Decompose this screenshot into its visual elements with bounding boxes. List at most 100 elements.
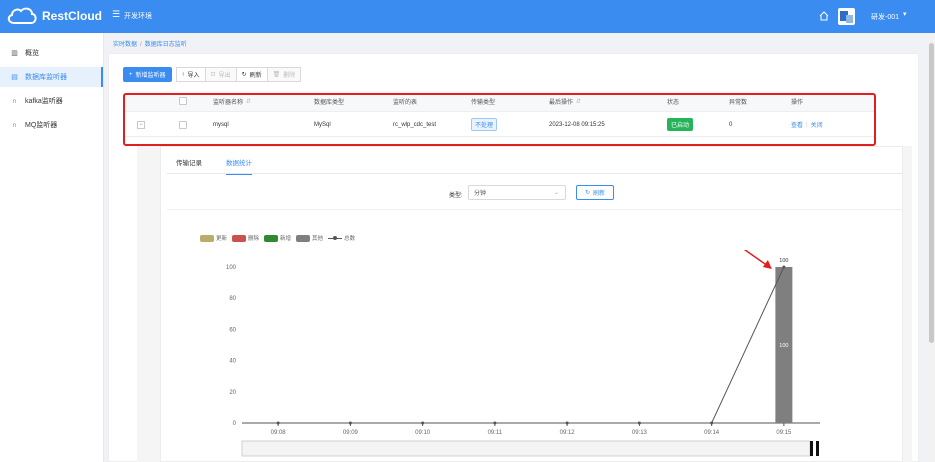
status-badge: 已启动 [667,113,694,136]
export-button[interactable]: ⊡ 导出 [204,67,237,82]
user-name[interactable]: 研发-001 [871,12,899,22]
table-row[interactable]: − mysql MySql rc_wlp_cdc_test 不处理 2023-1… [125,113,874,137]
x-tick-label: 09:15 [776,430,792,436]
total-point [348,421,352,425]
db-type: MySql [314,121,331,128]
annotation-arrow-line [743,250,769,267]
export-icon: ⊡ [210,72,216,78]
sidebar-item-label: 概览 [25,50,39,57]
sidebar-item-label: kafka监听器 [25,98,63,105]
headset-icon: ∩ [11,121,18,129]
x-tick-label: 09:08 [271,430,287,436]
page-scrollbar[interactable] [928,33,935,462]
sort-icon: ⇵ [246,98,252,105]
line-data-label: 100 [779,258,788,264]
legend-item[interactable]: 更新 [200,234,227,242]
listener-table: 监听器名称 ⇵ 数据库类型 监听的表 传输类型 最后操作 ⇵ 状态 异常数 操作 −… [125,91,874,145]
type-select[interactable]: 分钟 ⌄ [468,185,566,200]
breadcrumb: 实时数据 / 数据库日志监听 [113,39,187,48]
action-separator: | [806,121,808,128]
legend-swatch [328,235,343,242]
column-header-transfer-type: 传输类型 [471,99,496,106]
button-label: 刷新 [249,73,262,79]
total-point [565,421,569,425]
zoom-slider-handle [810,441,813,456]
sidebar-item-overview[interactable]: ▥ 概览 [0,43,103,63]
total-point [493,421,497,425]
stats-refresh-button[interactable]: ↻ 刷新 [576,185,614,200]
sidebar-item-label: MQ监听器 [25,122,58,129]
brand-name: RestCloud [42,9,102,23]
button-label: 导入 [187,73,200,79]
sidebar-item-label: 数据库监听器 [25,74,67,81]
button-label: 删除 [283,73,296,79]
x-tick-label: 09:13 [632,430,648,436]
column-header-last-op[interactable]: 最后操作 ⇵ [549,91,581,111]
error-count: 0 [729,121,733,128]
legend-item[interactable]: 新增 [264,234,291,242]
toolbar: + 新增监听器 ↑ 导入 ⊡ 导出 ↻ 刷新 🗑 删除 [123,67,302,82]
column-header-status: 状态 [667,99,680,106]
sidebar-item-kafka-listener[interactable]: ∩ kafka监听器 [0,91,103,111]
home-icon[interactable] [819,11,829,21]
user-avatar-icon [840,11,853,23]
new-listener-button[interactable]: + 新增监听器 [123,67,172,82]
button-label: 导出 [218,73,231,79]
last-op-time: 2023-12-08 09:15:25 [549,121,605,128]
row-checkbox[interactable] [179,113,187,136]
environment-label[interactable]: 开发环境 [124,11,152,21]
upload-icon: ↑ [181,71,185,78]
breadcrumb-separator: / [140,42,142,48]
top-bar: RestCloud ☰ 开发环境 研发-001 ▾ [0,0,935,33]
refresh-button[interactable]: ↻ 刷新 [235,67,268,82]
import-button[interactable]: ↑ 导入 [175,67,206,82]
logo[interactable]: RestCloud [6,5,102,27]
expand-row-button[interactable]: − [137,113,145,136]
menu-icon[interactable]: ☰ [112,9,120,20]
y-tick-label: 80 [229,296,236,302]
avatar[interactable] [838,8,855,25]
breadcrumb-item[interactable]: 数据库日志监听 [145,42,187,48]
type-filter-label: 类型: [449,193,463,199]
legend-swatch [296,234,311,242]
total-point [637,421,641,425]
transfer-type: 不处理 [471,113,498,136]
total-point [782,265,786,269]
transfer-type-tag: 不处理 [471,118,498,131]
cloud-logo-icon [7,7,37,24]
column-header-db-type: 数据库类型 [314,99,345,106]
delete-button[interactable]: 🗑 删除 [266,67,302,82]
legend-swatch [200,234,214,242]
column-header-name[interactable]: 监听器名称 ⇵ [213,91,251,111]
sidebar-item-database-listener[interactable]: ▤ 数据库监听器 [0,67,103,87]
sidebar-item-mq-listener[interactable]: ∩ MQ监听器 [0,115,103,135]
y-tick-label: 40 [229,359,236,365]
total-point [710,421,714,425]
view-link[interactable]: 查看 [791,120,803,129]
column-header-errors: 异常数 [729,99,748,106]
refresh-icon: ↻ [241,72,247,78]
chevron-down-icon[interactable]: ▾ [903,10,907,18]
close-link[interactable]: 关闭 [811,120,823,129]
bar-chart-icon: ▥ [11,50,18,57]
legend-item[interactable]: 删除 [232,234,259,242]
select-all-checkbox[interactable] [179,91,187,111]
chevron-down-icon: ⌄ [553,190,559,196]
x-tick-label: 09:11 [488,430,503,436]
plus-icon: + [129,71,133,78]
legend-item[interactable]: 其他 [296,234,323,242]
x-tick-label: 09:14 [704,430,720,436]
breadcrumb-item[interactable]: 实时数据 [113,42,137,48]
legend-label: 新增 [280,236,292,242]
legend-item[interactable]: 总数 [328,234,355,242]
x-tick-label: 09:10 [415,430,431,436]
sidebar: ▥ 概览 ▤ 数据库监听器 ∩ kafka监听器 ∩ MQ监听器 [0,33,104,462]
bar-data-label: 100 [779,343,788,349]
column-header-actions: 操作 [791,99,804,106]
tab-divider [167,173,903,174]
type-select-value: 分钟 [474,191,487,197]
refresh-icon: ↻ [584,190,590,196]
scrollbar-thumb[interactable] [929,43,934,343]
y-tick-label: 20 [229,390,236,396]
total-point [421,421,425,425]
